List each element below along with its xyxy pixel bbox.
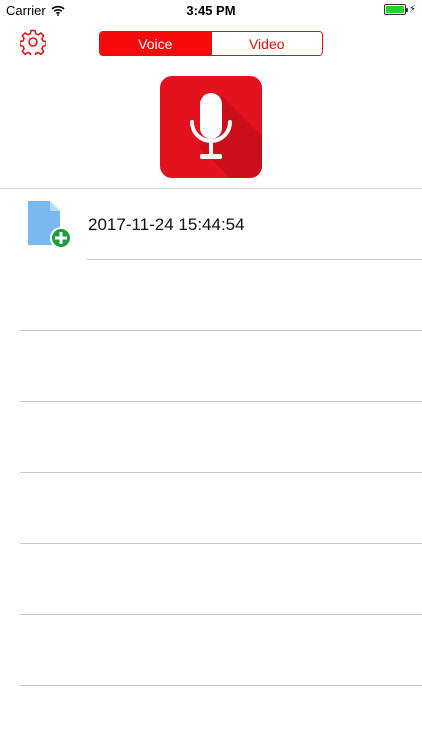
media-type-segmented-control: Voice Video xyxy=(99,31,323,56)
list-item xyxy=(0,402,422,473)
battery-indicator: ⚡ xyxy=(383,3,416,15)
screen: Carrier 3:45 PM ⚡ Voice Video 2017-11-24… xyxy=(0,0,422,750)
recording-title: 2017-11-24 15:44:54 xyxy=(88,215,245,234)
record-button[interactable] xyxy=(160,76,262,178)
battery-icon xyxy=(383,4,408,15)
tab-voice[interactable]: Voice xyxy=(100,32,211,55)
list-item xyxy=(0,544,422,615)
list-item xyxy=(0,331,422,402)
status-time: 3:45 PM xyxy=(186,3,236,18)
row-divider xyxy=(20,685,422,686)
microphone-icon xyxy=(190,93,262,178)
audio-file-add-icon xyxy=(28,201,72,249)
list-item[interactable]: 2017-11-24 15:44:54 xyxy=(0,189,422,260)
list-item xyxy=(0,260,422,331)
list-item xyxy=(0,615,422,686)
list-item xyxy=(0,473,422,544)
charging-icon: ⚡ xyxy=(408,3,416,15)
status-bar: Carrier 3:45 PM ⚡ xyxy=(0,0,422,22)
recordings-list: 2017-11-24 15:44:54 xyxy=(0,189,422,686)
tab-video[interactable]: Video xyxy=(210,32,322,55)
gear-icon[interactable] xyxy=(20,29,46,55)
